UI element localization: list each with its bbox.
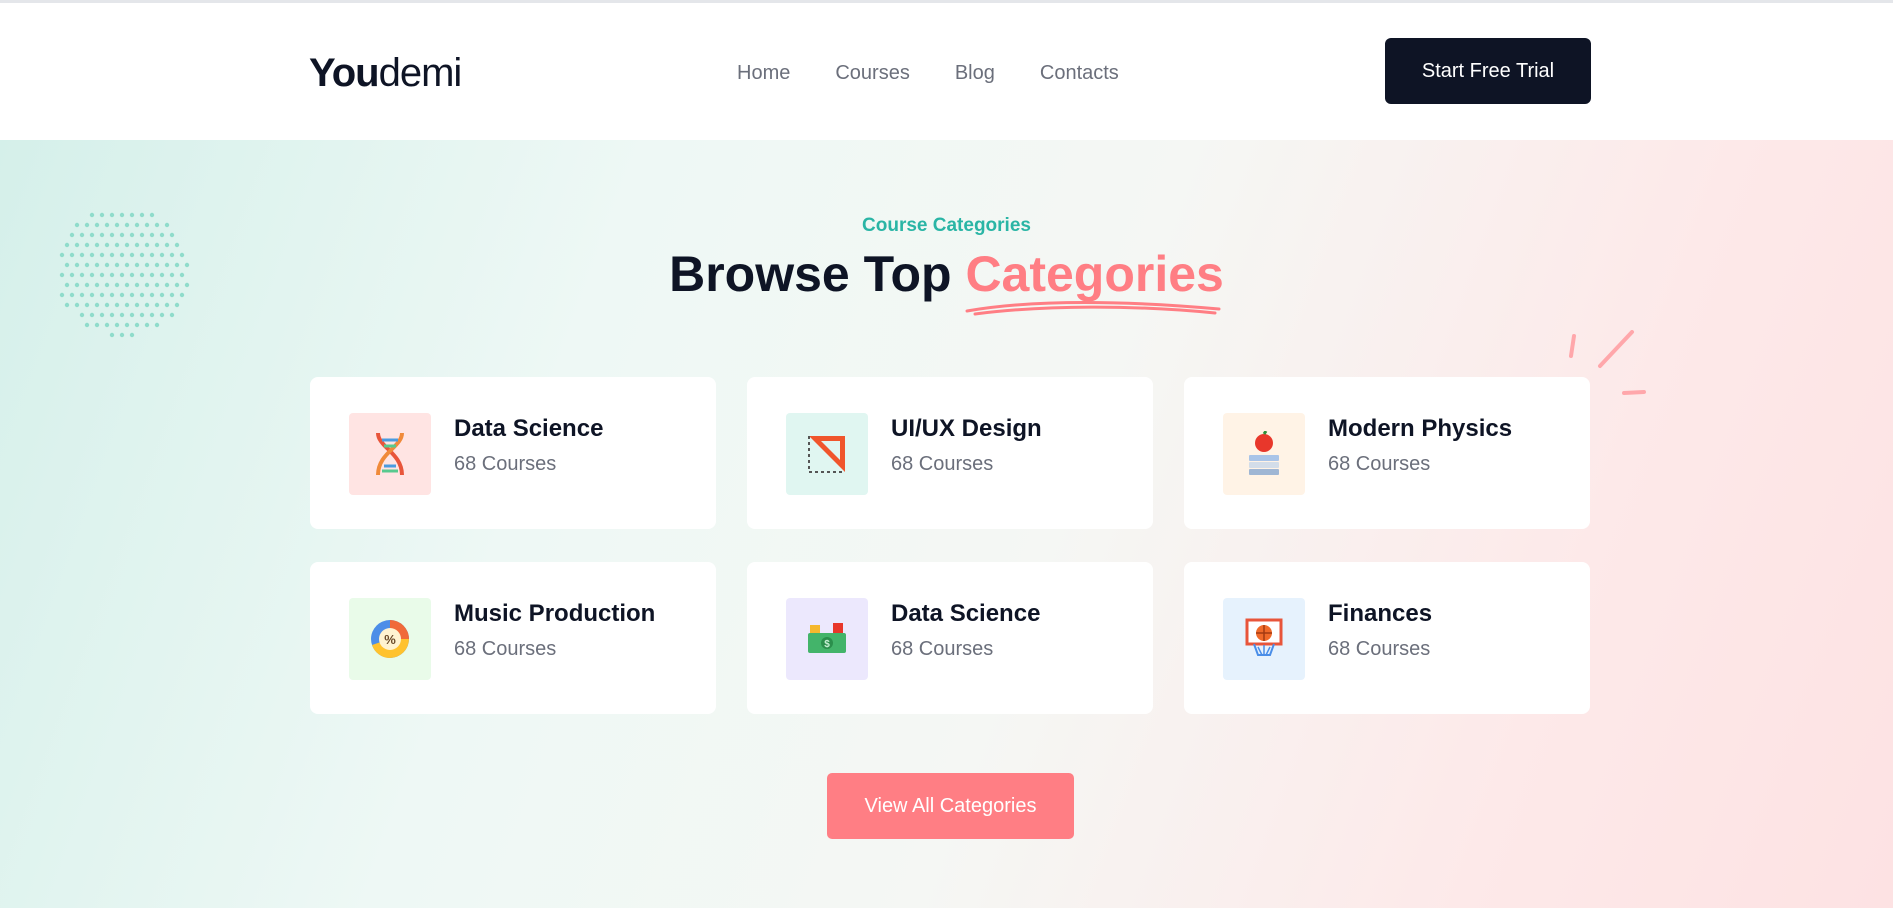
category-name: Music Production <box>454 600 656 627</box>
percent-chart-icon: % <box>349 598 431 680</box>
section-title: Browse Top Categories <box>0 245 1893 316</box>
title-highlight: Categories <box>965 245 1224 316</box>
category-card[interactable]: % Music Production 68 Courses <box>310 562 716 714</box>
category-name: UI/UX Design <box>891 415 1042 442</box>
category-card[interactable]: Finances 68 Courses <box>1184 562 1590 714</box>
category-count: 68 Courses <box>891 453 994 475</box>
nav-blog[interactable]: Blog <box>955 59 995 87</box>
category-count: 68 Courses <box>454 638 557 660</box>
main-nav: Home Courses Blog Contacts <box>737 59 1164 87</box>
category-name: Data Science <box>891 600 1041 627</box>
category-card[interactable]: $ Data Science 68 Courses <box>747 562 1153 714</box>
nav-home[interactable]: Home <box>737 59 790 87</box>
category-name: Modern Physics <box>1328 415 1513 442</box>
set-square-icon <box>786 413 868 495</box>
money-icon: $ <box>786 598 868 680</box>
logo[interactable]: Youdemi <box>309 49 463 97</box>
title-highlight-text: Categories <box>965 246 1224 302</box>
nav-contacts[interactable]: Contacts <box>1040 59 1119 87</box>
category-name: Data Science <box>454 415 604 442</box>
title-prefix: Browse Top <box>669 246 966 302</box>
section-eyebrow: Course Categories <box>862 215 1031 236</box>
nav-courses[interactable]: Courses <box>835 59 909 87</box>
dna-icon <box>349 413 431 495</box>
logo-bold: You <box>309 51 380 95</box>
view-all-categories-button[interactable]: View All Categories <box>827 773 1074 839</box>
logo-light: demi <box>378 51 463 95</box>
category-name: Finances <box>1328 600 1433 627</box>
category-count: 68 Courses <box>1328 453 1431 475</box>
category-count: 68 Courses <box>891 638 994 660</box>
categories-section: Course Categories Browse Top Categories … <box>0 140 1893 908</box>
category-count: 68 Courses <box>454 453 557 475</box>
basketball-hoop-icon <box>1223 598 1305 680</box>
category-card[interactable]: UI/UX Design 68 Courses <box>747 377 1153 529</box>
category-grid: Data Science 68 Courses UI/UX Design 68 … <box>310 377 1591 714</box>
svg-text:$: $ <box>824 639 830 650</box>
underline-scribble-icon <box>965 300 1221 316</box>
apple-books-icon <box>1223 413 1305 495</box>
svg-text:%: % <box>384 632 396 647</box>
category-card[interactable]: Modern Physics 68 Courses <box>1184 377 1590 529</box>
category-count: 68 Courses <box>1328 638 1431 660</box>
category-card[interactable]: Data Science 68 Courses <box>310 377 716 529</box>
site-header: Youdemi Home Courses Blog Contacts Start… <box>0 3 1893 140</box>
start-free-trial-button[interactable]: Start Free Trial <box>1385 38 1591 104</box>
